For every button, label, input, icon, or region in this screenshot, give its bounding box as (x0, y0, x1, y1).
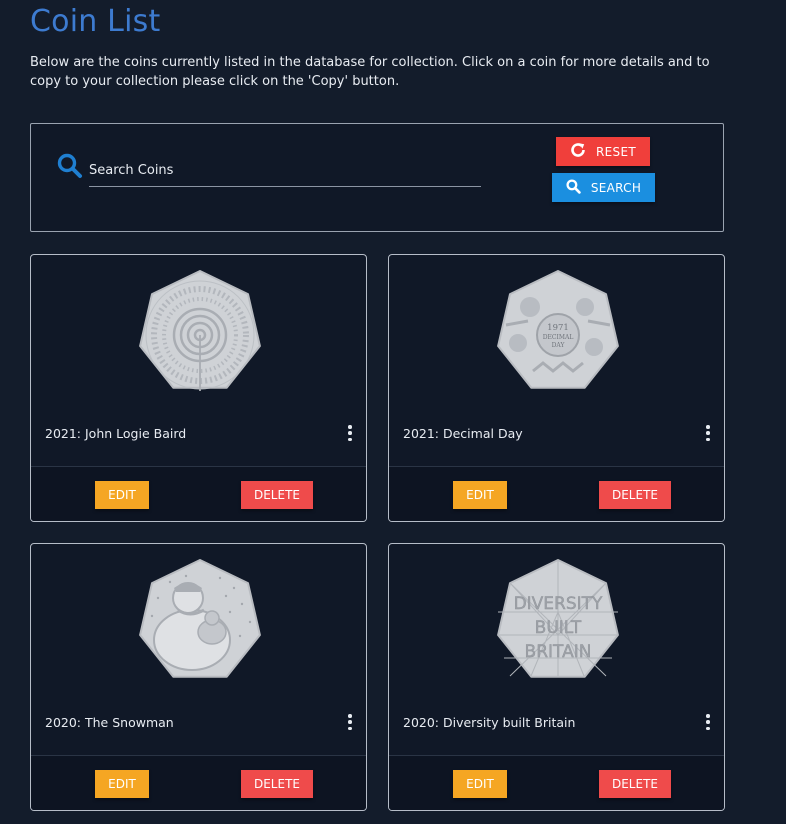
coin-title[interactable]: 2021: Decimal Day (403, 426, 523, 441)
search-icon (57, 153, 83, 179)
reset-button[interactable]: RESET (556, 137, 650, 166)
card-actions: EDIT DELETE (31, 467, 366, 521)
coin-title[interactable]: 2020: The Snowman (45, 715, 174, 730)
more-options-icon[interactable] (704, 714, 712, 730)
edit-button[interactable]: EDIT (95, 770, 149, 798)
john-logie-baird-coin-image (139, 270, 261, 391)
more-options-icon[interactable] (346, 425, 354, 441)
page-intro: Below are the coins currently listed in … (30, 55, 710, 89)
coin-title[interactable]: 2021: John Logie Baird (45, 426, 186, 441)
reset-icon (570, 142, 586, 161)
search-panel: RESET SEARCH (30, 123, 724, 232)
reset-button-label: RESET (596, 144, 636, 159)
edit-button[interactable]: EDIT (453, 770, 507, 798)
edit-button[interactable]: EDIT (95, 481, 149, 509)
more-options-icon[interactable] (704, 425, 712, 441)
page-title: Coin List (30, 4, 161, 39)
search-button-icon (566, 178, 581, 197)
coin-built-text: BUILT (535, 618, 582, 638)
diversity-built-britain-coin-image: DIVERSITY BUILT BRITAIN (497, 559, 619, 678)
coin-decimal-text: DECIMAL (543, 334, 574, 341)
coin-card[interactable]: 1971 DECIMAL DAY 2021: Decimal Day EDIT … (388, 254, 725, 522)
coin-card[interactable]: 2020: The Snowman EDIT DELETE (30, 543, 367, 811)
coin-britain-text: BRITAIN (525, 642, 592, 662)
coin-title[interactable]: 2020: Diversity built Britain (403, 715, 575, 730)
coin-diversity-text: DIVERSITY (514, 594, 603, 614)
coin-card[interactable]: DIVERSITY BUILT BRITAIN 2020: Diversity … (388, 543, 725, 811)
search-input[interactable] (89, 154, 481, 187)
coin-card[interactable]: 2021: John Logie Baird EDIT DELETE (30, 254, 367, 522)
delete-button[interactable]: DELETE (599, 481, 671, 509)
delete-button[interactable]: DELETE (241, 770, 313, 798)
search-button-label: SEARCH (590, 180, 642, 195)
search-button[interactable]: SEARCH (552, 173, 655, 202)
delete-button[interactable]: DELETE (599, 770, 671, 798)
card-actions: EDIT DELETE (31, 756, 366, 810)
coin-year-text: 1971 (547, 323, 569, 333)
decimal-day-coin-image: 1971 DECIMAL DAY (497, 270, 619, 389)
delete-button[interactable]: DELETE (241, 481, 313, 509)
edit-button[interactable]: EDIT (453, 481, 507, 509)
snowman-coin-image (139, 559, 261, 678)
card-actions: EDIT DELETE (389, 467, 724, 521)
coin-day-text: DAY (552, 342, 566, 349)
more-options-icon[interactable] (346, 714, 354, 730)
card-actions: EDIT DELETE (389, 756, 724, 810)
